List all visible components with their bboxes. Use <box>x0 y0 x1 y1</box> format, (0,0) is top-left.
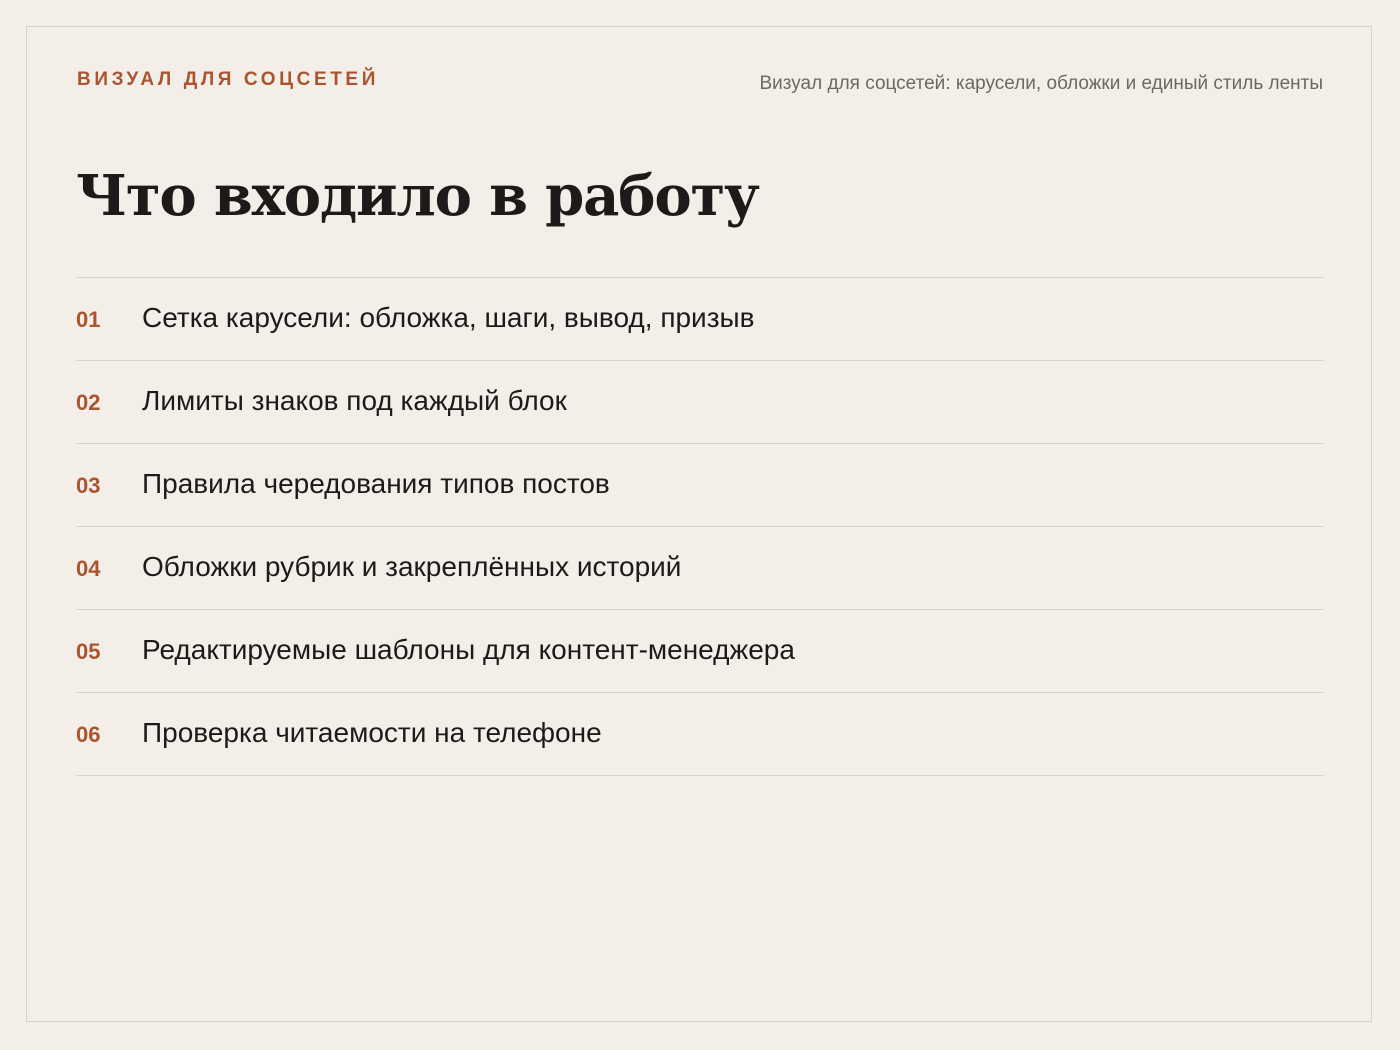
item-number: 02 <box>76 390 101 415</box>
item-number: 05 <box>76 639 101 664</box>
item-number: 06 <box>76 722 101 747</box>
item-text: Редактируемые шаблоны для контент-менедж… <box>142 634 795 665</box>
list-item: 01 Сетка карусели: обложка, шаги, вывод,… <box>76 278 1324 361</box>
header-note: Визуал для соцсетей: карусели, обложки и… <box>759 73 1323 94</box>
list-item: 05 Редактируемые шаблоны для контент-мен… <box>76 610 1324 693</box>
list-item: 06 Проверка читаемости на телефоне <box>76 693 1324 776</box>
item-number: 01 <box>76 307 101 332</box>
list-item: 02 Лимиты знаков под каждый блок <box>76 361 1324 444</box>
page-title: Что входило в работу <box>76 163 760 229</box>
item-text: Сетка карусели: обложка, шаги, вывод, пр… <box>142 302 755 333</box>
item-text: Обложки рубрик и закреплённых историй <box>142 551 682 582</box>
slide-frame: ВИЗУАЛ ДЛЯ СОЦСЕТЕЙ Визуал для соцсетей:… <box>26 26 1372 1022</box>
item-number: 04 <box>76 556 101 581</box>
list-item: 03 Правила чередования типов постов <box>76 444 1324 527</box>
list-item: 04 Обложки рубрик и закреплённых историй <box>76 527 1324 610</box>
eyebrow-label: ВИЗУАЛ ДЛЯ СОЦСЕТЕЙ <box>77 69 379 90</box>
item-number: 03 <box>76 473 101 498</box>
work-items-list: 01 Сетка карусели: обложка, шаги, вывод,… <box>76 277 1324 776</box>
item-text: Правила чередования типов постов <box>142 468 610 499</box>
item-text: Лимиты знаков под каждый блок <box>142 385 567 416</box>
item-text: Проверка читаемости на телефоне <box>142 717 602 748</box>
